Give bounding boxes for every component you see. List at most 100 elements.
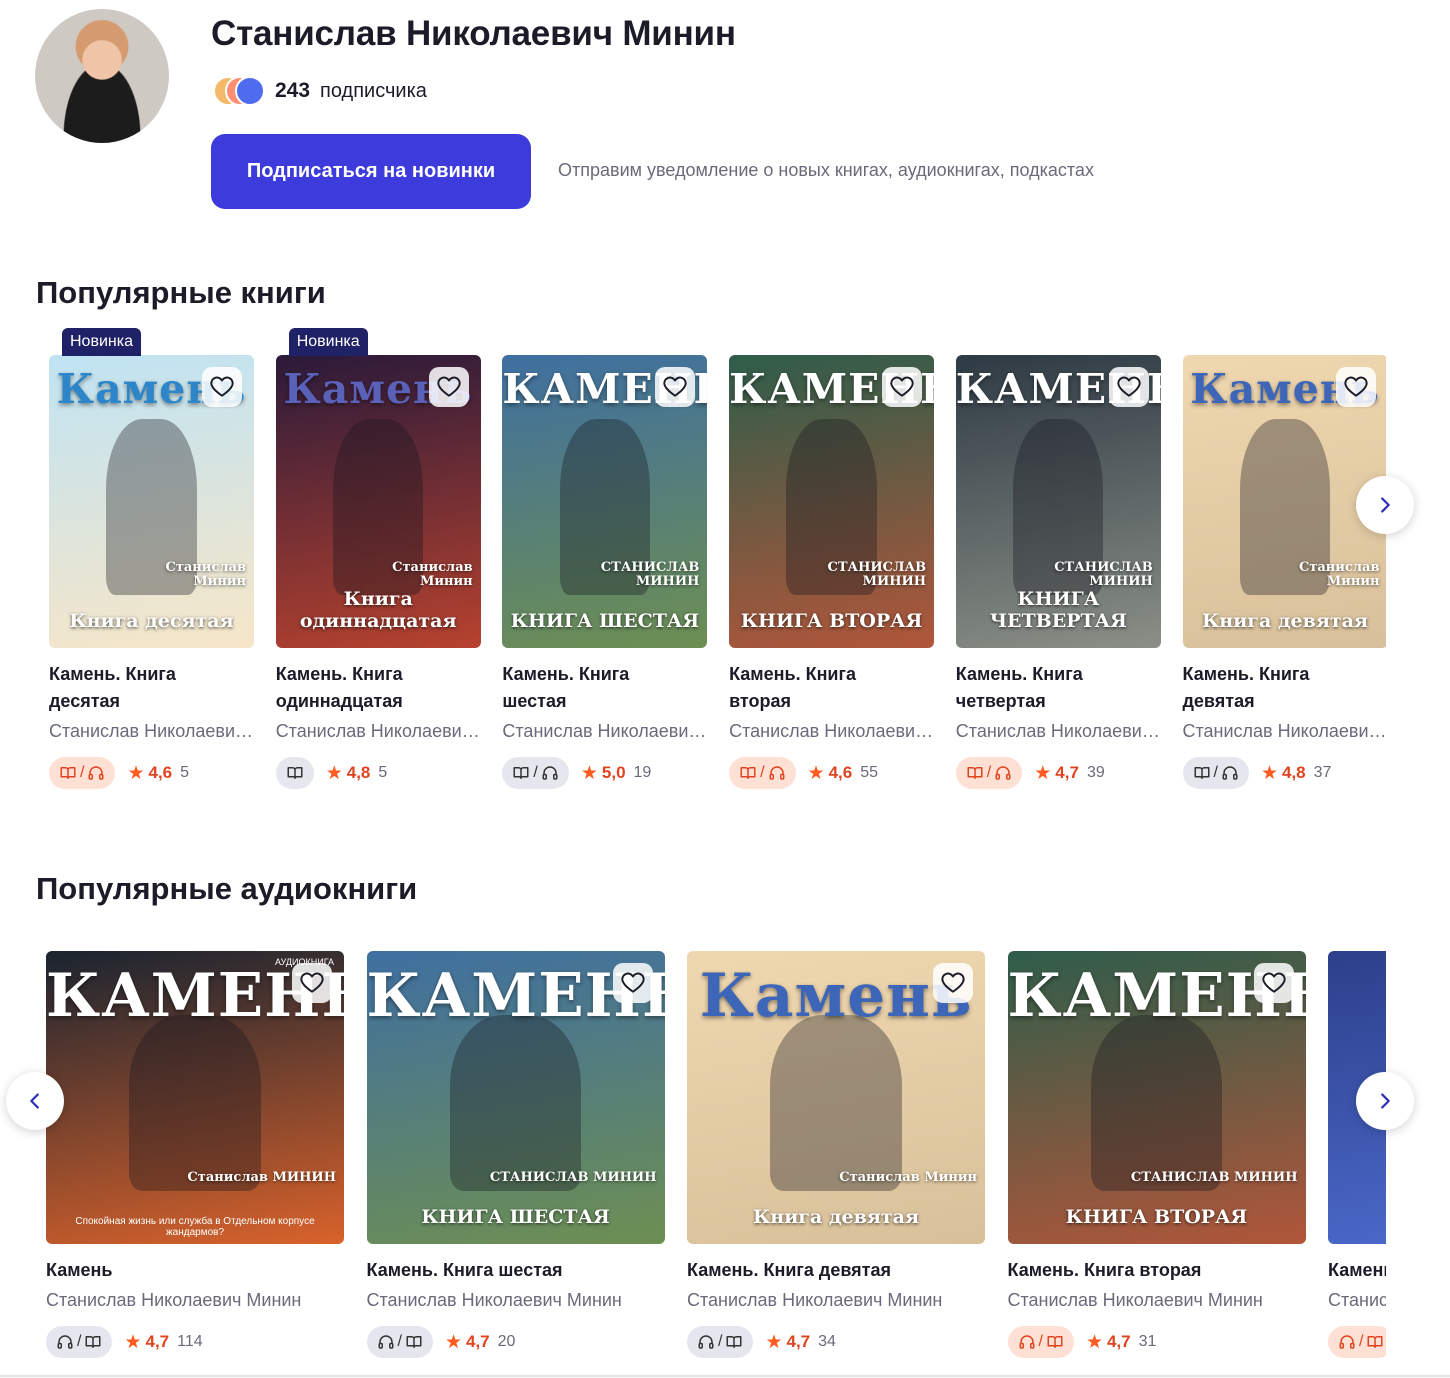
subscriber-avatars: [213, 75, 267, 107]
cover-subtitle: Книга девятая: [753, 1206, 919, 1228]
format-badge[interactable]: /: [687, 1326, 754, 1358]
format-separator: /: [1038, 1333, 1043, 1350]
book-author[interactable]: Станислав Николаевич Минин: [1183, 721, 1387, 742]
format-badge[interactable]: /: [729, 757, 796, 789]
audiobook-title[interactable]: Камень: [1328, 1257, 1386, 1284]
favorite-button[interactable]: [1108, 367, 1149, 407]
book-cover[interactable]: КАМЕНЬ СТАНИСЛАВ МИНИН КНИГА ЧЕТВЕРТАЯ: [955, 355, 1161, 648]
audiobook-title[interactable]: Камень: [46, 1257, 344, 1284]
audiobook-author[interactable]: Станислав Николаевич Минин: [1008, 1290, 1306, 1311]
favorite-button[interactable]: [292, 963, 332, 1003]
new-badge: Новинка: [62, 328, 141, 356]
book-cover[interactable]: КАМЕНЬ СТАНИСЛАВ МИНИН КНИГА ШЕСТАЯ: [502, 355, 708, 648]
audiobooks-prev-button[interactable]: [6, 1072, 64, 1130]
book-cover[interactable]: Камень Станислав Минин Книга одиннадцатая: [275, 355, 481, 648]
book-author[interactable]: Станислав Николаевич Минин: [276, 721, 481, 742]
heart-outline-icon: [890, 376, 914, 397]
audiobook-card[interactable]: КАМЕНЬ СТАНИСЛАВ МИНИН КНИГА ВТОРАЯ Камень.…: [1007, 945, 1306, 1365]
audiobook-title[interactable]: Камень. Книга вторая: [1008, 1257, 1306, 1284]
format-badge[interactable]: /: [49, 757, 116, 789]
format-badge[interactable]: [275, 757, 314, 789]
favorite-button[interactable]: [655, 367, 696, 407]
book-title[interactable]: Камень. Книга одиннадцатая: [276, 661, 461, 715]
card-meta: / ★ 4,7 114: [46, 1326, 203, 1358]
star-icon: ★: [1034, 762, 1052, 784]
chevron-right-icon: [1381, 1093, 1390, 1109]
book-author[interactable]: Станислав Николаевич Минин: [502, 721, 707, 742]
popular-audiobooks-heading: Популярные аудиокниги: [36, 871, 418, 906]
audiobook-author[interactable]: Станислав: [1328, 1290, 1386, 1311]
book-cover[interactable]: КАМЕНЬ СТАНИСЛАВ МИНИН КНИГА ВТОРАЯ: [729, 355, 935, 648]
audiobook-cover[interactable]: Камень Станислав Минин Книга девятая: [687, 951, 985, 1244]
books-next-button[interactable]: [1356, 476, 1414, 534]
audiobook-cover[interactable]: КАМЕНЬ СТАНИСЛАВ МИНИН КНИГА ВТОРАЯ: [1007, 951, 1306, 1244]
book-card[interactable]: КАМЕНЬ СТАНИСЛАВ МИНИН КНИГА ЧЕТВЕРТАЯ Каме…: [955, 325, 1161, 805]
book-card[interactable]: КАМЕНЬ СТАНИСЛАВ МИНИН КНИГА ВТОРАЯ Камень.…: [729, 325, 935, 805]
audiobook-card[interactable]: КАМЕНЬ СТАНИСЛАВ МИНИН КНИГА ШЕСТАЯ Камень.…: [366, 945, 665, 1365]
audiobook-author[interactable]: Станислав Николаевич Минин: [367, 1290, 665, 1311]
audiobook-author[interactable]: Станислав Николаевич Минин: [687, 1290, 985, 1311]
favorite-button[interactable]: [882, 367, 923, 407]
star-icon: ★: [127, 762, 145, 784]
chevron-right-icon: [1381, 497, 1390, 513]
open-book-icon: [1047, 1336, 1063, 1348]
audiobook-cover[interactable]: КАМЕНЬ Станислав МИНИН АУДИОКНИГА Спокойная…: [46, 951, 344, 1244]
book-card[interactable]: КАМЕНЬ СТАНИСЛАВ МИНИН КНИГА ШЕСТАЯ Камень.…: [502, 325, 708, 805]
audiobook-title[interactable]: Камень. Книга шестая: [367, 1257, 665, 1284]
format-badge[interactable]: /: [1182, 757, 1249, 789]
cover-author: Станислав МИНИН: [187, 1170, 336, 1186]
heart-outline-icon: [620, 972, 645, 993]
book-card[interactable]: Камень Станислав Минин Книга одиннадцатая Н…: [275, 325, 481, 805]
format-badge[interactable]: /: [366, 1326, 433, 1358]
book-cover[interactable]: Камень Станислав Минин Книга десятая: [49, 355, 254, 648]
format-separator: /: [1359, 1333, 1364, 1350]
audiobook-card[interactable]: Камень Станислав /: [1328, 945, 1386, 1365]
card-meta: / ★ 5,0 19: [502, 757, 651, 789]
book-card[interactable]: Камень Станислав Минин Книга девятая Камень…: [1182, 325, 1387, 805]
book-author[interactable]: Станислав Николаевич Минин: [729, 721, 934, 742]
book-author[interactable]: Станислав Николаевич Минин: [956, 721, 1161, 742]
popular-books-heading: Популярные книги: [36, 275, 326, 310]
cover-illustration: [770, 1015, 902, 1192]
audiobook-cover[interactable]: КАМЕНЬ СТАНИСЛАВ МИНИН КНИГА ШЕСТАЯ: [366, 951, 665, 1244]
cover-subtitle: КНИГА ВТОРАЯ: [1065, 1206, 1248, 1228]
favorite-button[interactable]: [202, 367, 242, 407]
audiobook-card[interactable]: КАМЕНЬ Станислав МИНИН АУДИОКНИГА Спокойная…: [46, 945, 344, 1365]
format-badge[interactable]: /: [502, 757, 569, 789]
rating-count: 5: [180, 764, 190, 781]
favorite-button[interactable]: [1253, 963, 1294, 1003]
subscribe-button[interactable]: Подписаться на новинки: [211, 134, 531, 209]
audiobooks-next-button[interactable]: [1356, 1072, 1414, 1130]
audiobook-card[interactable]: Камень Станислав Минин Книга девятая Камень…: [687, 945, 985, 1365]
book-title[interactable]: Камень. Книга шестая: [502, 661, 687, 715]
star-icon: ★: [444, 1331, 462, 1353]
cover-illustration: [129, 1015, 261, 1192]
format-badge[interactable]: /: [46, 1326, 113, 1358]
book-author[interactable]: Станислав Николаевич Минин: [49, 721, 254, 742]
format-badge[interactable]: /: [1328, 1326, 1386, 1358]
book-title[interactable]: Камень. Книга вторая: [729, 661, 914, 715]
rating-value: 4,7: [1055, 763, 1079, 782]
rating-value: 4,6: [828, 763, 853, 782]
cover-subtitle: КНИГА ШЕСТАЯ: [421, 1206, 610, 1228]
card-meta: / ★ 4,7 31: [1007, 1326, 1156, 1358]
favorite-button[interactable]: [612, 963, 653, 1003]
open-book-icon: [967, 767, 983, 779]
star-icon: ★: [1260, 762, 1278, 784]
favorite-button[interactable]: [933, 963, 973, 1003]
star-icon: ★: [580, 762, 598, 784]
book-card[interactable]: Камень Станислав Минин Книга десятая Новинк…: [49, 325, 254, 805]
favorite-button[interactable]: [1335, 367, 1376, 407]
rating-count: 20: [497, 1333, 516, 1350]
audiobook-author[interactable]: Станислав Николаевич Минин: [46, 1290, 344, 1311]
favorite-button[interactable]: [428, 367, 469, 407]
book-title[interactable]: Камень. Книга четвертая: [956, 661, 1141, 715]
book-title[interactable]: Камень. Книга десятая: [49, 661, 234, 715]
audiobook-title[interactable]: Камень. Книга девятая: [687, 1257, 985, 1284]
rating-count: 55: [860, 764, 879, 781]
book-title[interactable]: Камень. Книга девятая: [1183, 661, 1368, 715]
rating-count: 19: [633, 764, 652, 781]
format-badge[interactable]: /: [955, 757, 1023, 789]
format-badge[interactable]: /: [1007, 1326, 1074, 1358]
rating-count: 37: [1313, 764, 1332, 781]
